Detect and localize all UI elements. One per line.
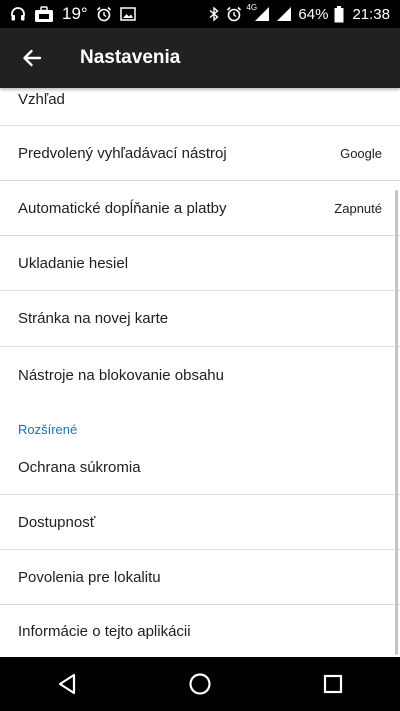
- settings-item-about[interactable]: Informácie o tejto aplikácii: [0, 605, 400, 657]
- battery-icon: [334, 5, 344, 23]
- nav-home-button[interactable]: [170, 657, 230, 711]
- briefcase-icon: [34, 5, 54, 23]
- settings-item-label: Automatické dopĺňanie a platby: [18, 199, 227, 217]
- nav-recents-button[interactable]: [303, 657, 363, 711]
- bluetooth-icon: [208, 6, 220, 22]
- back-triangle-icon: [58, 673, 75, 695]
- headphones-icon: [10, 6, 26, 22]
- battery-percent-text: 64%: [298, 5, 329, 23]
- settings-item-passwords[interactable]: Ukladanie hesiel: [0, 236, 400, 291]
- clock-text: 21:38: [352, 5, 390, 23]
- status-right: 4G 64% 21:38: [208, 3, 400, 23]
- section-header-advanced: Rozšírené: [18, 422, 78, 437]
- settings-item-label: Povolenia pre lokalitu: [18, 568, 161, 586]
- settings-item-label: Ukladanie hesiel: [18, 254, 129, 272]
- scrollbar[interactable]: [395, 190, 398, 655]
- system-nav-bar: [0, 657, 400, 711]
- status-bar: 19° 4G 64% 21:38: [0, 0, 400, 28]
- settings-item-label: Dostupnosť: [18, 513, 96, 531]
- arrow-back-icon: [23, 49, 42, 67]
- nav-back-button[interactable]: [37, 657, 97, 711]
- settings-item-label: Informácie o tejto aplikácii: [18, 622, 191, 640]
- settings-item-value: Google: [340, 145, 382, 161]
- back-button[interactable]: [2, 28, 62, 88]
- settings-item-accessibility[interactable]: Dostupnosť: [0, 495, 400, 550]
- settings-item-new-tab-page[interactable]: Stránka na novej karte: [0, 291, 400, 347]
- status-left: 19°: [0, 4, 136, 24]
- network-type-text: 4G: [246, 3, 258, 12]
- signal-icon: [276, 6, 292, 22]
- settings-item-label: Stránka na novej karte: [18, 310, 169, 327]
- recents-square-icon: [324, 674, 343, 694]
- settings-item-appearance[interactable]: Vzhľad: [0, 88, 400, 126]
- settings-list[interactable]: Vzhľad Predvolený vyhľadávací nástroj Go…: [0, 88, 400, 657]
- settings-item-label: Nástroje na blokovanie obsahu: [18, 366, 224, 384]
- settings-item-autofill[interactable]: Automatické dopĺňanie a platby Zapnuté: [0, 181, 400, 236]
- app-bar: Nastavenia: [0, 28, 400, 88]
- settings-item-value: Zapnuté: [334, 200, 382, 216]
- image-icon: [119, 7, 136, 21]
- settings-item-site-permissions[interactable]: Povolenia pre lokalitu: [0, 550, 400, 605]
- settings-screen: 19° 4G 64% 21:38 Nastavenia Vzhľad Predv…: [0, 0, 400, 711]
- page-title: Nastavenia: [80, 47, 181, 68]
- settings-item-search-engine[interactable]: Predvolený vyhľadávací nástroj Google: [0, 126, 400, 181]
- alarm-icon: [226, 6, 242, 22]
- alarm-icon: [96, 6, 112, 22]
- network-4g-icon: 4G: [246, 3, 270, 22]
- settings-item-content-blockers[interactable]: Nástroje na blokovanie obsahu: [0, 347, 400, 403]
- settings-item-label: Vzhľad: [18, 91, 65, 108]
- settings-item-label: Predvolený vyhľadávací nástroj: [18, 144, 227, 162]
- settings-item-label: Ochrana súkromia: [18, 458, 141, 476]
- home-circle-icon: [189, 673, 211, 695]
- settings-item-privacy[interactable]: Ochrana súkromia: [0, 440, 400, 495]
- temperature-text: 19°: [62, 4, 88, 23]
